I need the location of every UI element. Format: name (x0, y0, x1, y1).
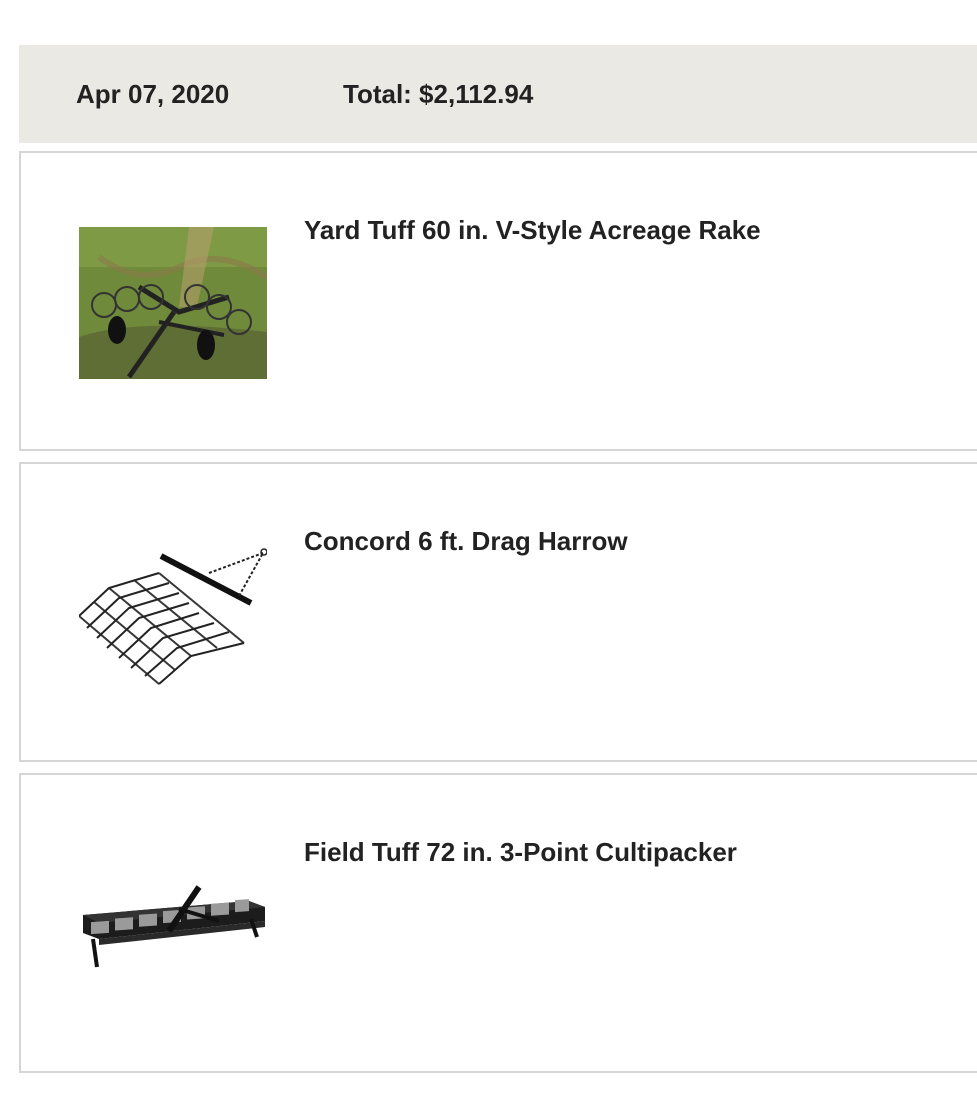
order-header: Apr 07, 2020 Total: $2,112.94 (19, 45, 977, 143)
acreage-rake-image[interactable] (79, 227, 267, 379)
order-item-card[interactable]: Yard Tuff 60 in. V-Style Acreage Rake (19, 151, 977, 451)
item-title[interactable]: Field Tuff 72 in. 3-Point Cultipacker (304, 837, 737, 868)
drag-harrow-image[interactable] (79, 538, 267, 690)
item-title[interactable]: Concord 6 ft. Drag Harrow (304, 526, 628, 557)
order-date: Apr 07, 2020 (76, 79, 230, 109)
order-item-card[interactable]: Field Tuff 72 in. 3-Point Cultipacker (19, 773, 977, 1073)
item-title[interactable]: Yard Tuff 60 in. V-Style Acreage Rake (304, 215, 761, 246)
order-item-card[interactable]: Concord 6 ft. Drag Harrow (19, 462, 977, 762)
order-total: Total: $2,112.94 (343, 79, 534, 109)
cultipacker-image[interactable] (79, 849, 267, 1001)
